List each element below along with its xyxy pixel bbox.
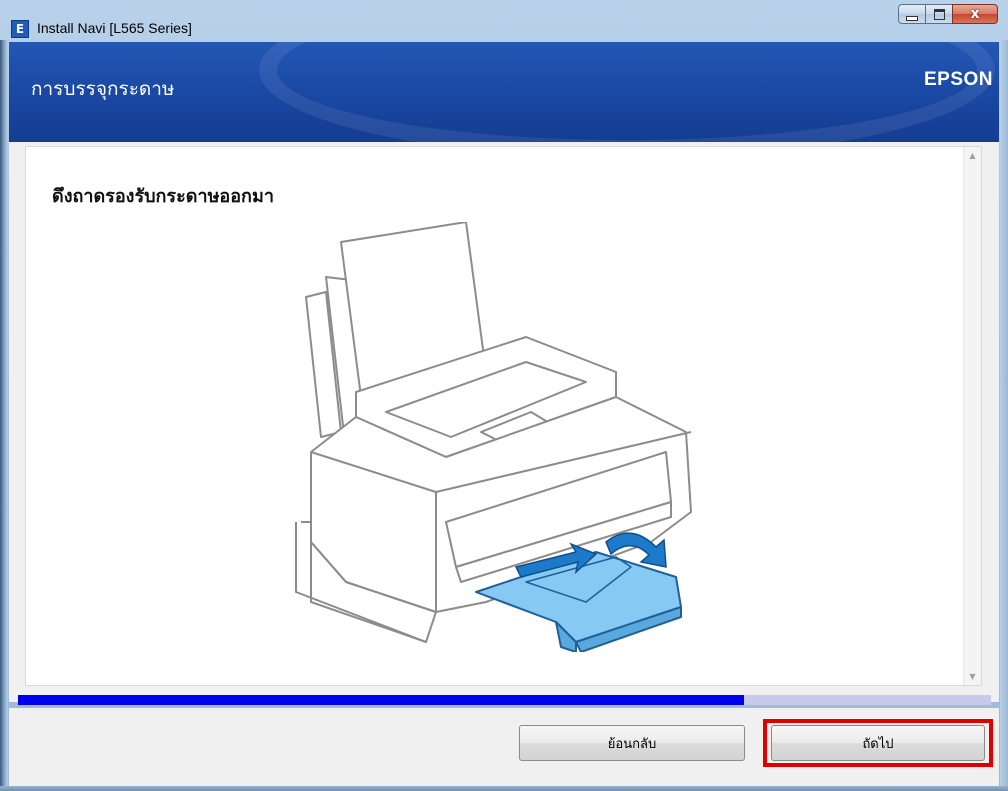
next-button[interactable]: ถัดไป: [771, 725, 985, 761]
brand-logo: EPSON: [923, 69, 993, 90]
progress-bar: [18, 695, 991, 705]
window-border-bottom: [0, 786, 1008, 791]
close-button[interactable]: x: [952, 4, 998, 24]
footer-bar: ย้อนกลับ ถัดไป: [9, 708, 999, 788]
minimize-icon: [906, 15, 918, 21]
window-border-left: [0, 40, 8, 791]
printer-illustration: [295, 222, 692, 652]
minimize-button[interactable]: [898, 4, 926, 24]
page-title: การบรรจุกระดาษ: [31, 78, 175, 100]
next-button-highlight: ถัดไป: [763, 719, 993, 767]
progress-fill: [18, 695, 744, 705]
content-area: ดึงถาดรองรับกระดาษออกมา ▲ ▼: [9, 142, 999, 702]
vertical-scrollbar[interactable]: ▲ ▼: [963, 147, 981, 685]
banner-decoration: [259, 42, 995, 142]
scroll-down-icon[interactable]: ▼: [964, 668, 981, 685]
back-button[interactable]: ย้อนกลับ: [519, 725, 745, 761]
instruction-panel: ดึงถาดรองรับกระดาษออกมา ▲ ▼: [25, 146, 982, 686]
maximize-icon: [933, 8, 945, 20]
instruction-heading: ดึงถาดรองรับกระดาษออกมา: [52, 186, 274, 207]
close-icon: x: [970, 6, 980, 22]
window-border-right: [1000, 40, 1008, 791]
window-controls: x: [898, 4, 998, 26]
title-bar[interactable]: E Install Navi [L565 Series] x: [0, 0, 1008, 42]
scroll-up-icon[interactable]: ▲: [964, 147, 981, 164]
app-icon: E: [11, 20, 29, 38]
header-banner: การบรรจุกระดาษ EPSON: [9, 42, 999, 142]
maximize-button[interactable]: [925, 4, 953, 24]
window-title: Install Navi [L565 Series]: [37, 20, 192, 36]
